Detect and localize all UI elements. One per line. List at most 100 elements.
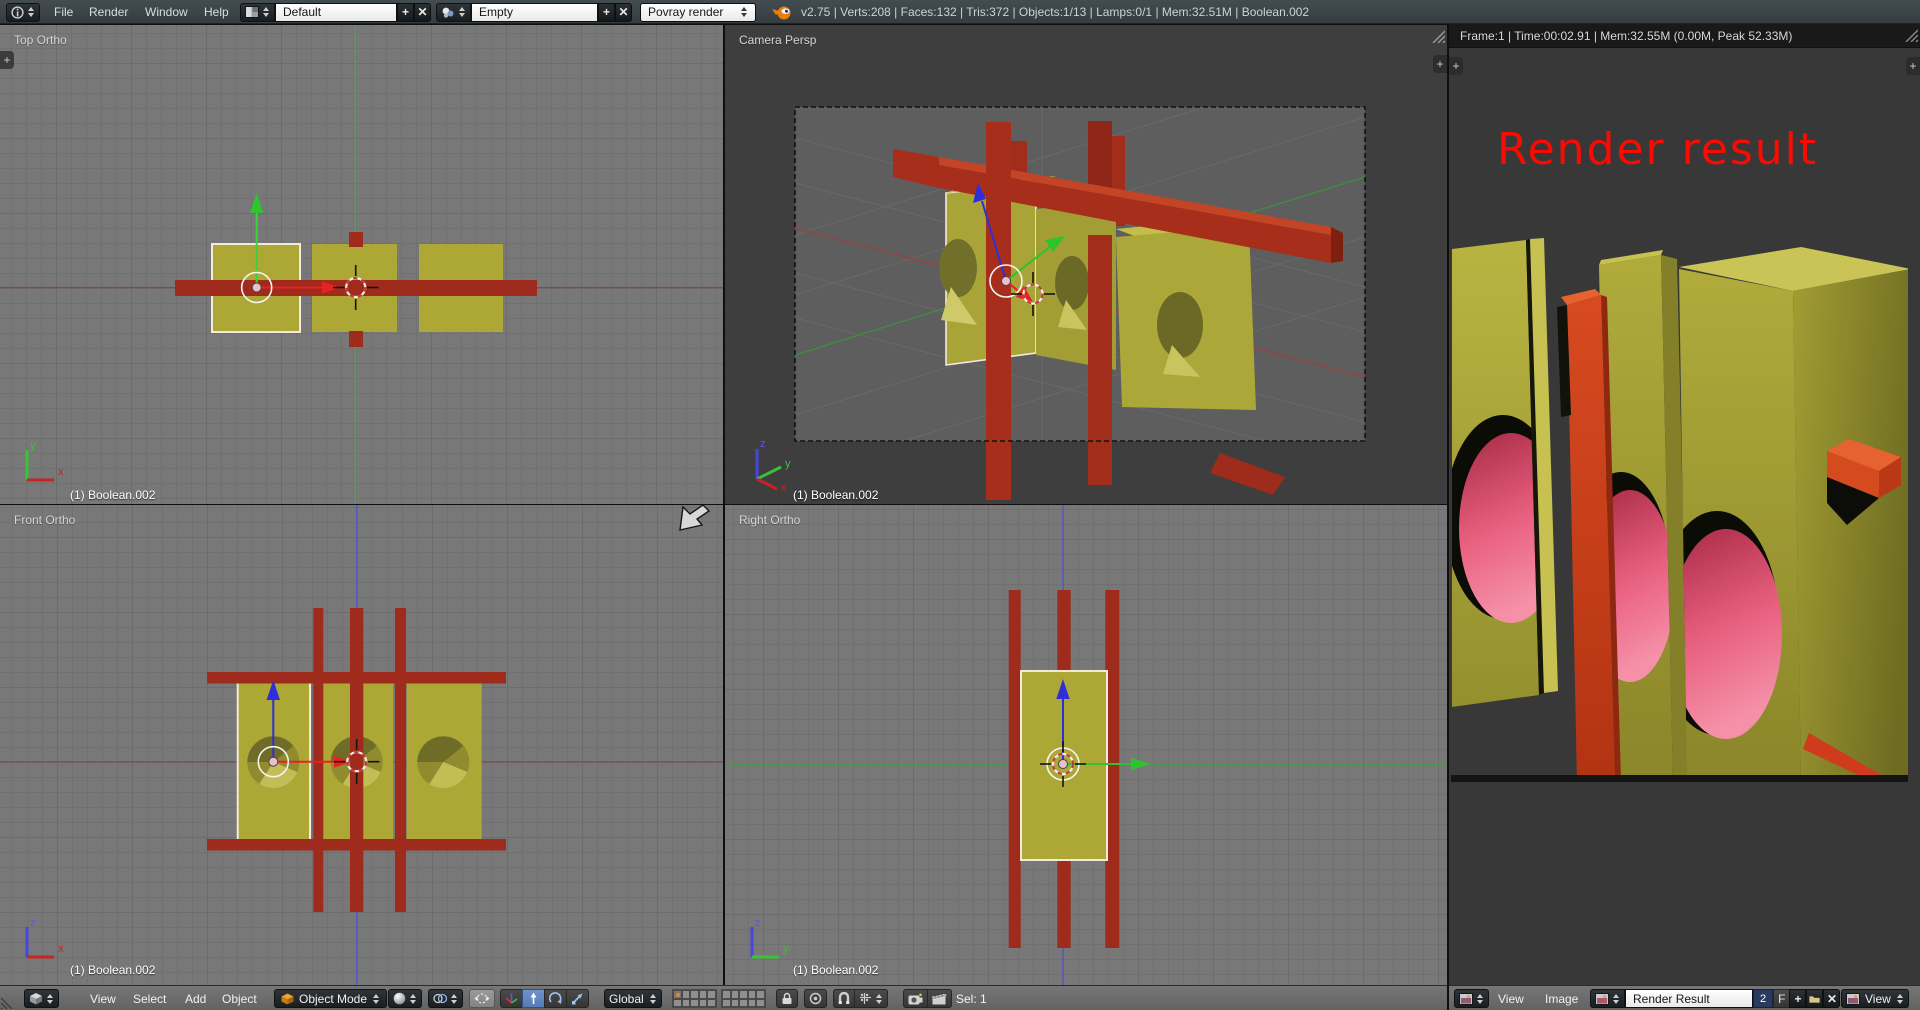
image-browse-button[interactable]: [1590, 989, 1625, 1008]
image-unlink-button[interactable]: ✕: [1823, 989, 1840, 1008]
editor-type-button-info[interactable]: [6, 2, 40, 22]
layer-cell-active[interactable]: [673, 990, 682, 999]
view3d-editor-icon: [29, 992, 43, 1005]
opengl-render-image-button[interactable]: [903, 989, 927, 1008]
menu-image[interactable]: Image: [1545, 989, 1578, 1008]
svg-text:y: y: [785, 458, 791, 470]
editor-type-button-view3d[interactable]: [24, 989, 59, 1008]
manipulate-centers-toggle[interactable]: [469, 989, 495, 1008]
image-icon: [1846, 993, 1860, 1005]
image-name-field[interactable]: Render Result: [1625, 989, 1753, 1008]
menu-render[interactable]: Render: [89, 2, 128, 22]
image-datablock-selector: Render Result 2 F + ✕: [1590, 989, 1840, 1008]
editor-type-button-image[interactable]: [1454, 989, 1489, 1008]
render-statistics: Frame:1 | Time:00:02.91 | Mem:32.55M (0.…: [1449, 29, 1792, 43]
image-editor-header: View Image Render Result 2 F +: [1449, 985, 1920, 1010]
area-corner-grip[interactable]: [1902, 26, 1918, 42]
camera-scene: [725, 25, 1447, 504]
translate-arrow-icon: [527, 992, 540, 1005]
info-header: File Render Window Help Default + ✕: [0, 0, 1920, 24]
opengl-render-anim-button[interactable]: [927, 989, 952, 1008]
manipulator-toggle-button[interactable]: [500, 989, 522, 1008]
render-result-image: [1449, 235, 1920, 782]
rotate-manipulator-button[interactable]: [544, 989, 566, 1008]
toolshelf-expand-tab[interactable]: +: [0, 51, 14, 69]
translate-manipulator-button[interactable]: [522, 989, 544, 1008]
blender-logo: [771, 4, 793, 24]
display-channels-dropdown[interactable]: View: [1841, 989, 1909, 1008]
scene-selector: Empty + ✕: [436, 2, 632, 22]
region-expand-tab[interactable]: +: [1449, 57, 1463, 75]
pivot-point-dropdown[interactable]: [428, 989, 463, 1008]
image-new-button[interactable]: +: [1789, 989, 1806, 1008]
screen-layout-delete-button[interactable]: ✕: [414, 3, 431, 22]
scale-manipulator-button[interactable]: [566, 989, 589, 1008]
svg-text:z: z: [30, 917, 36, 929]
layers-grid-left[interactable]: [672, 989, 717, 1008]
axis-gizmo: z x: [18, 917, 78, 969]
region-expand-tab[interactable]: +: [1906, 57, 1920, 75]
viewport-label: Top Ortho: [14, 33, 67, 47]
scene-add-button[interactable]: +: [598, 3, 615, 22]
rotate-arc-icon: [549, 992, 562, 1005]
svg-text:y: y: [783, 943, 789, 955]
screen-layout-add-button[interactable]: +: [397, 3, 414, 22]
screen-layout-name-field[interactable]: Default: [275, 3, 397, 22]
screen-layout-selector: Default + ✕: [240, 2, 431, 22]
viewport-shading-dropdown[interactable]: [388, 989, 422, 1008]
transform-orientation-dropdown[interactable]: Global: [604, 989, 662, 1008]
proportional-circle-icon: [809, 992, 822, 1005]
layers-widget: [672, 989, 766, 1008]
image-open-button[interactable]: [1806, 989, 1823, 1008]
menu-window[interactable]: Window: [145, 2, 188, 22]
lock-to-scene-button[interactable]: [776, 989, 798, 1008]
viewport-label: Front Ortho: [14, 513, 75, 527]
axis-gizmo: z y x: [743, 437, 813, 493]
viewport-top-ortho[interactable]: Top Ortho (1) Boolean.002 y x +: [0, 25, 723, 504]
opengl-render-group: [903, 989, 952, 1008]
scale-arrow-icon: [571, 992, 584, 1005]
menu-view[interactable]: View: [90, 989, 116, 1008]
axis-gizmo: y x: [18, 440, 78, 492]
area-corner-grip[interactable]: [1, 994, 16, 1009]
menu-help[interactable]: Help: [204, 2, 229, 22]
viewport-front-ortho[interactable]: Front Ortho (1) Boolean.002 z x: [0, 505, 723, 985]
menu-file[interactable]: File: [54, 2, 73, 22]
image-users-count[interactable]: 2: [1753, 989, 1773, 1008]
snap-element-dropdown[interactable]: [854, 989, 888, 1008]
menu-select[interactable]: Select: [133, 989, 166, 1008]
chevron-updown-icon: [458, 6, 466, 18]
object-mode-cube-icon: [281, 993, 294, 1005]
info-editor-icon: [11, 6, 24, 19]
chevron-updown-icon: [372, 993, 380, 1005]
menu-add[interactable]: Add: [185, 989, 206, 1008]
viewport-camera-persp[interactable]: Camera Persp (1) Boolean.002 z y x +: [725, 25, 1447, 504]
render-engine-dropdown[interactable]: Povray render: [640, 2, 756, 22]
snap-increment-icon: [859, 992, 872, 1005]
scene-name-field[interactable]: Empty: [471, 3, 598, 22]
right-ortho-scene: [725, 505, 1447, 985]
layers-grid-right[interactable]: [721, 989, 766, 1008]
area-corner-grip[interactable]: [1429, 27, 1445, 43]
proportional-edit-button[interactable]: [804, 989, 827, 1008]
snap-toggle-button[interactable]: [833, 989, 854, 1008]
viewport-right-ortho[interactable]: Right Ortho (1) Boolean.002 z y: [725, 505, 1447, 985]
image-editor-area[interactable]: Frame:1 | Time:00:02.91 | Mem:32.55M (0.…: [1449, 24, 1920, 1010]
selection-info: Sel: 1: [956, 989, 987, 1008]
fake-user-button[interactable]: F: [1773, 989, 1789, 1008]
menu-view[interactable]: View: [1498, 989, 1524, 1008]
screen-layout-icon: [245, 6, 259, 18]
scene-delete-button[interactable]: ✕: [615, 3, 632, 22]
svg-text:z: z: [755, 917, 761, 929]
scene-browse-button[interactable]: [436, 3, 471, 22]
chevron-updown-icon: [262, 6, 270, 18]
center-points-icon: [474, 992, 490, 1005]
axis-tripod-icon: [505, 992, 518, 1005]
shading-sphere-icon: [393, 992, 406, 1005]
screen-layout-browse-button[interactable]: [240, 3, 275, 22]
menu-object[interactable]: Object: [222, 989, 257, 1008]
properties-expand-tab[interactable]: +: [1433, 55, 1447, 73]
mode-dropdown[interactable]: Object Mode: [274, 989, 387, 1008]
viewport-label: Camera Persp: [739, 33, 816, 47]
image-editor-icon: [1459, 993, 1473, 1005]
